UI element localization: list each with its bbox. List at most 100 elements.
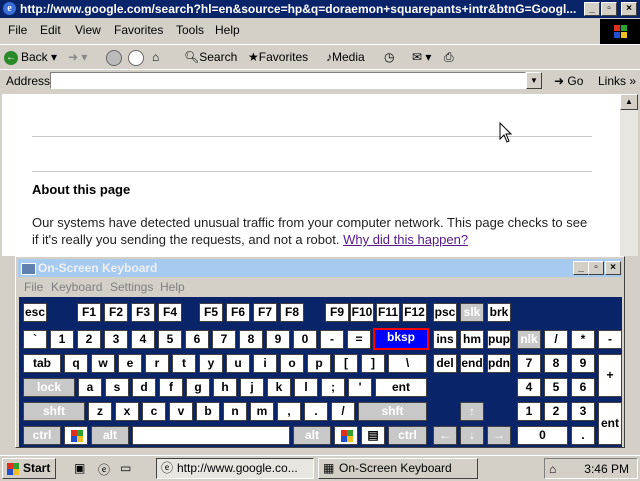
- key-q[interactable]: q: [64, 354, 88, 373]
- address-input[interactable]: [50, 72, 526, 89]
- key-f9[interactable]: F9: [325, 303, 349, 322]
- key-f10[interactable]: F10: [350, 303, 374, 322]
- key-numpad-9[interactable]: 9: [571, 354, 595, 373]
- key-3[interactable]: 3: [104, 330, 128, 349]
- menu-tools[interactable]: Tools: [176, 23, 204, 37]
- maximize-button[interactable]: ▫: [601, 2, 617, 16]
- forward-button[interactable]: ➜ ▾: [68, 48, 87, 66]
- key-x[interactable]: x: [115, 402, 139, 421]
- quicklaunch-desktop-icon[interactable]: ▭: [120, 461, 131, 475]
- key-r[interactable]: r: [145, 354, 169, 373]
- key-pgup[interactable]: pup: [487, 330, 511, 349]
- stop-button[interactable]: [106, 48, 125, 66]
- key-4[interactable]: 4: [131, 330, 155, 349]
- key-numpad-6[interactable]: 6: [571, 378, 595, 397]
- key-5[interactable]: 5: [158, 330, 182, 349]
- key-slk[interactable]: slk: [460, 303, 484, 322]
- key-arrow-down[interactable]: ↓: [460, 426, 484, 445]
- task-osk[interactable]: ▦ On-Screen Keyboard: [318, 458, 478, 479]
- home-button[interactable]: ⌂: [152, 48, 159, 66]
- minimize-button[interactable]: _: [584, 2, 600, 16]
- key-numpad-8[interactable]: 8: [544, 354, 568, 373]
- key-right-bracket[interactable]: ]: [361, 354, 385, 373]
- key-brk[interactable]: brk: [487, 303, 511, 322]
- start-button[interactable]: Start: [2, 458, 56, 479]
- key-arrow-right[interactable]: →: [487, 426, 511, 445]
- key-backslash[interactable]: \: [388, 354, 427, 373]
- key-c[interactable]: c: [142, 402, 166, 421]
- key-slash[interactable]: /: [331, 402, 355, 421]
- key-f2[interactable]: F2: [104, 303, 128, 322]
- key-numpad-7[interactable]: 7: [517, 354, 541, 373]
- key-8[interactable]: 8: [239, 330, 263, 349]
- key-ctrl-right[interactable]: ctrl: [388, 426, 427, 445]
- menu-file[interactable]: File: [8, 23, 27, 37]
- links-button[interactable]: Links »: [598, 74, 636, 88]
- key-f7[interactable]: F7: [253, 303, 277, 322]
- key-numpad-subtract[interactable]: -: [598, 330, 622, 349]
- key-m[interactable]: m: [250, 402, 274, 421]
- key-f8[interactable]: F8: [280, 303, 304, 322]
- key-u[interactable]: u: [226, 354, 250, 373]
- osk-menu-file[interactable]: File: [24, 280, 43, 294]
- key-minus[interactable]: -: [320, 330, 344, 349]
- key-numpad-decimal[interactable]: .: [571, 426, 595, 445]
- favorites-button[interactable]: ★Favorites: [248, 48, 308, 66]
- network-icon[interactable]: ⌂: [549, 462, 556, 476]
- key-p[interactable]: p: [307, 354, 331, 373]
- key-del[interactable]: del: [433, 354, 457, 373]
- why-link[interactable]: Why did this happen?: [343, 232, 468, 247]
- key-windows-right[interactable]: [334, 426, 358, 445]
- key-quote[interactable]: ': [348, 378, 372, 397]
- key-g[interactable]: g: [186, 378, 210, 397]
- key-psc[interactable]: psc: [433, 303, 457, 322]
- key-semicolon[interactable]: ;: [321, 378, 345, 397]
- key-s[interactable]: s: [105, 378, 129, 397]
- key-alt-right[interactable]: alt: [293, 426, 331, 445]
- key-z[interactable]: z: [88, 402, 112, 421]
- key-numlock[interactable]: nlk: [517, 330, 541, 349]
- key-f6[interactable]: F6: [226, 303, 250, 322]
- osk-menu-help[interactable]: Help: [160, 280, 185, 294]
- key-b[interactable]: b: [196, 402, 220, 421]
- print-button[interactable]: ⎙: [444, 48, 454, 66]
- history-button[interactable]: ◷: [384, 48, 394, 66]
- key-numpad-divide[interactable]: /: [544, 330, 568, 349]
- key-numpad-2[interactable]: 2: [544, 402, 568, 421]
- browser-title-bar[interactable]: e http://www.google.com/search?hl=en&sou…: [0, 0, 640, 18]
- osk-close-button[interactable]: ×: [605, 261, 621, 275]
- key-f12[interactable]: F12: [402, 303, 427, 322]
- key-arrow-left[interactable]: ←: [433, 426, 457, 445]
- key-ctrl-left[interactable]: ctrl: [23, 426, 61, 445]
- key-numpad-multiply[interactable]: *: [571, 330, 595, 349]
- quicklaunch-word-icon[interactable]: ▣: [74, 461, 85, 475]
- key-numpad-1[interactable]: 1: [517, 402, 541, 421]
- clock[interactable]: 3:46 PM: [584, 462, 629, 476]
- media-button[interactable]: ♪Media: [326, 48, 365, 66]
- osk-menu-settings[interactable]: Settings: [110, 280, 153, 294]
- key-shift-right[interactable]: shft: [358, 402, 427, 421]
- key-o[interactable]: o: [280, 354, 304, 373]
- key-capslock[interactable]: lock: [23, 378, 75, 397]
- key-left-bracket[interactable]: [: [334, 354, 358, 373]
- key-f3[interactable]: F3: [131, 303, 155, 322]
- key-numpad-4[interactable]: 4: [517, 378, 541, 397]
- back-button[interactable]: ← Back ▾: [4, 48, 57, 66]
- key-y[interactable]: y: [199, 354, 223, 373]
- key-k[interactable]: k: [267, 378, 291, 397]
- vertical-scrollbar[interactable]: ▲: [620, 94, 638, 256]
- key-f[interactable]: f: [159, 378, 183, 397]
- key-w[interactable]: w: [91, 354, 115, 373]
- key-f4[interactable]: F4: [158, 303, 182, 322]
- key-space[interactable]: [132, 426, 290, 445]
- task-browser[interactable]: ⓔ http://www.google.co...: [156, 458, 314, 479]
- key-comma[interactable]: ,: [277, 402, 301, 421]
- key-v[interactable]: v: [169, 402, 193, 421]
- key-esc[interactable]: esc: [23, 303, 47, 322]
- key-numpad-add[interactable]: +: [598, 354, 622, 397]
- quicklaunch-ie-icon[interactable]: ⓔ: [98, 461, 110, 478]
- close-button[interactable]: ×: [621, 2, 637, 16]
- osk-maximize-button[interactable]: ▫: [588, 261, 604, 275]
- search-button[interactable]: 🔍︎Search: [184, 48, 237, 66]
- menu-favorites[interactable]: Favorites: [114, 23, 163, 37]
